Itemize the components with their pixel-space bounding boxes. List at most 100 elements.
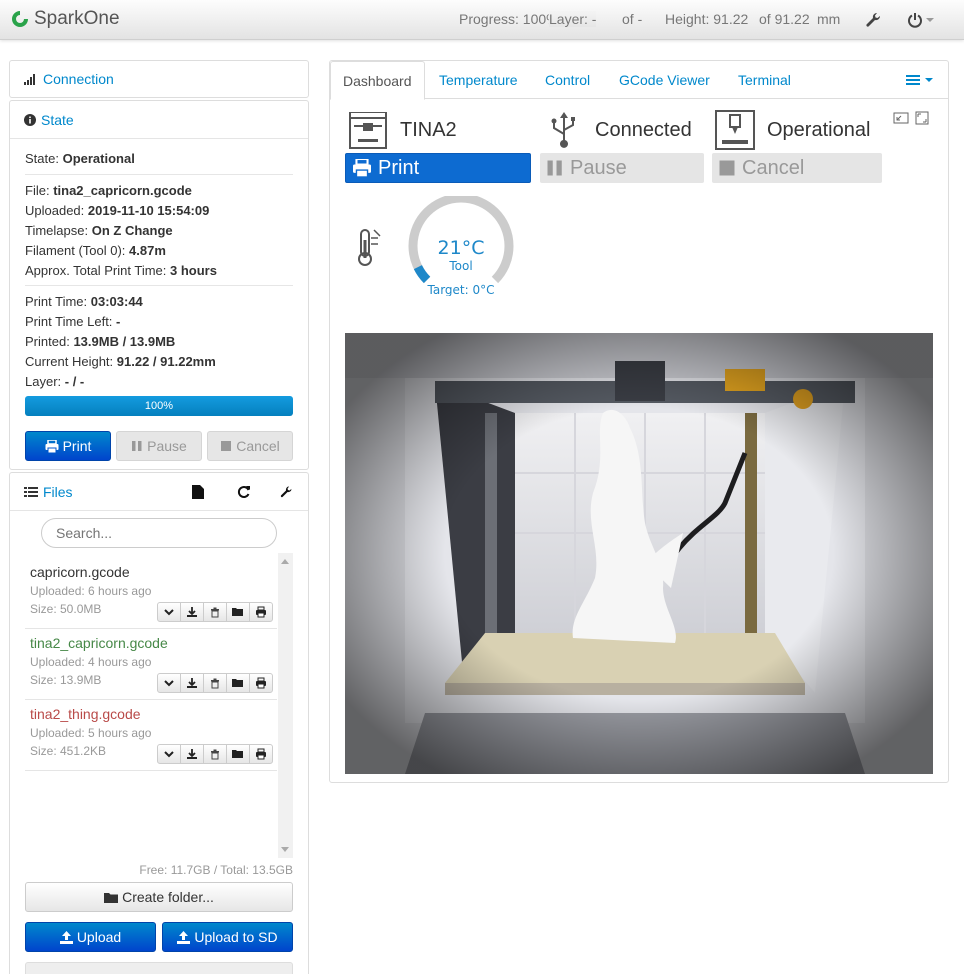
file-download-button[interactable] — [180, 673, 204, 693]
operational-printer-icon — [715, 110, 755, 150]
dashboard-print-button[interactable]: Print — [345, 153, 531, 183]
tab-terminal[interactable]: Terminal — [726, 61, 803, 99]
upload-button[interactable]: Upload — [25, 922, 156, 952]
upload-label: Upload — [76, 929, 122, 945]
connection-header[interactable]: Connection — [10, 61, 308, 97]
file-list-scrollbar[interactable] — [278, 553, 293, 858]
layer-readout: Layer: - — [549, 11, 597, 27]
scroll-up-arrow[interactable] — [281, 559, 289, 564]
dashboard-cancel-button[interactable]: Cancel — [712, 153, 882, 183]
folder-open-icon — [232, 679, 243, 687]
gauge-target: Target: 0°C — [427, 283, 495, 296]
file-folder-open-button[interactable] — [226, 744, 250, 764]
sparkone-logo-icon — [12, 11, 28, 27]
power-icon[interactable] — [906, 11, 924, 29]
file-name[interactable]: tina2_thing.gcode — [30, 706, 277, 722]
download-icon — [187, 678, 197, 688]
layer-of-readout: of - — [622, 11, 643, 27]
new-file-icon[interactable] — [192, 485, 204, 499]
file-name[interactable]: tina2_capricorn.gcode — [30, 635, 277, 651]
height-of-readout: of 91.22 — [759, 11, 810, 27]
print-button[interactable]: Print — [25, 431, 111, 461]
progress-text: 100% — [144, 400, 174, 412]
brand-name: SparkOne — [34, 8, 120, 29]
tab-temperature[interactable]: Temperature — [427, 61, 530, 99]
printer-state: Operational — [767, 119, 871, 141]
gauge-temperature: 21°C — [438, 237, 485, 259]
list-icon — [24, 486, 38, 498]
dashboard-cancel-label: Cancel — [742, 156, 805, 179]
download-icon — [187, 607, 197, 617]
files-wrench-icon[interactable] — [279, 485, 293, 499]
dashboard-pause-label: Pause — [570, 156, 627, 179]
download-icon — [187, 749, 197, 759]
dashboard-pause-button[interactable]: Pause — [540, 153, 704, 183]
printer-icon — [256, 677, 266, 689]
webcam-image — [345, 333, 933, 774]
file-uploaded: Uploaded: 5 hours ago — [30, 726, 152, 740]
file-name[interactable]: capricorn.gcode — [30, 564, 277, 580]
brand[interactable]: SparkOne — [10, 8, 120, 30]
file-trash-button[interactable] — [203, 673, 227, 693]
webcam-stream[interactable] — [345, 333, 933, 774]
file-download-button[interactable] — [180, 602, 204, 622]
tab-gcode-viewer[interactable]: GCode Viewer — [607, 61, 722, 99]
cancel-button[interactable]: Cancel — [207, 431, 293, 461]
state-panel: State State: Operational File: tina2_cap… — [9, 100, 309, 470]
file-printer-button[interactable] — [249, 602, 273, 622]
fullscreen-icon[interactable] — [915, 111, 929, 125]
restore-view-icon[interactable] — [893, 112, 909, 124]
dashboard-stop-icon — [719, 160, 735, 176]
refresh-icon[interactable] — [237, 485, 251, 499]
file-search-input[interactable] — [41, 518, 277, 548]
chevron-down-icon[interactable] — [925, 15, 935, 25]
tab-control[interactable]: Control — [533, 61, 602, 99]
files-header[interactable]: Files — [10, 473, 308, 511]
state-header[interactable]: State — [10, 101, 308, 139]
current-height-row: Current Height: 91.22 / 91.22mm — [25, 354, 216, 369]
file-trash-button[interactable] — [203, 744, 227, 764]
file-trash-button[interactable] — [203, 602, 227, 622]
folder-open-icon — [232, 750, 243, 758]
files-panel: Files capricorn.gcode Uploaded: 6 hours a… — [9, 472, 309, 974]
file-folder-open-button[interactable] — [226, 673, 250, 693]
tab-menu-icon[interactable] — [906, 74, 936, 86]
printer-3d-icon — [349, 112, 387, 149]
file-chevron-down-button[interactable] — [157, 602, 181, 622]
create-folder-label: Create folder... — [122, 889, 214, 905]
gauge-tool-label: Tool — [448, 259, 472, 273]
file-download-button[interactable] — [180, 744, 204, 764]
tool-temperature-gauge: 21°C Tool Target: 0°C — [408, 196, 514, 296]
file-list-item[interactable]: tina2_thing.gcode Uploaded: 5 hours ago Si… — [25, 700, 277, 771]
scroll-down-arrow[interactable] — [281, 847, 289, 852]
folder-open-icon — [232, 608, 243, 616]
info-icon — [24, 113, 36, 126]
dashboard-print-label: Print — [378, 156, 420, 179]
printer-icon — [256, 748, 266, 760]
wrench-icon[interactable] — [864, 11, 882, 29]
file-action-group — [157, 744, 273, 764]
file-printer-button[interactable] — [249, 673, 273, 693]
file-chevron-down-button[interactable] — [157, 673, 181, 693]
file-folder-open-button[interactable] — [226, 602, 250, 622]
chevron-down-icon — [164, 680, 174, 687]
file-action-group — [157, 673, 273, 693]
file-list-item[interactable]: tina2_capricorn.gcode Uploaded: 4 hours a… — [25, 629, 277, 700]
connection-title: Connection — [43, 71, 114, 87]
file-list-item[interactable]: capricorn.gcode Uploaded: 6 hours ago Size… — [25, 558, 277, 629]
upload-sd-button[interactable]: Upload to SD — [162, 922, 293, 952]
trash-icon — [211, 678, 219, 689]
additional-panel-stub — [25, 962, 293, 974]
stop-icon — [221, 441, 232, 451]
create-folder-button[interactable]: Create folder... — [25, 882, 293, 912]
filament-row: Filament (Tool 0): 4.87m — [25, 243, 166, 258]
tab-dashboard[interactable]: Dashboard — [330, 61, 425, 100]
file-row: File: tina2_capricorn.gcode — [25, 183, 192, 198]
file-chevron-down-button[interactable] — [157, 744, 181, 764]
file-printer-button[interactable] — [249, 744, 273, 764]
state-body: State: Operational File: tina2_capricorn… — [10, 139, 308, 416]
file-uploaded: Uploaded: 4 hours ago — [30, 655, 152, 669]
file-uploaded: Uploaded: 6 hours ago — [30, 584, 152, 598]
connection-panel: Connection — [9, 60, 309, 98]
pause-button[interactable]: Pause — [116, 431, 202, 461]
